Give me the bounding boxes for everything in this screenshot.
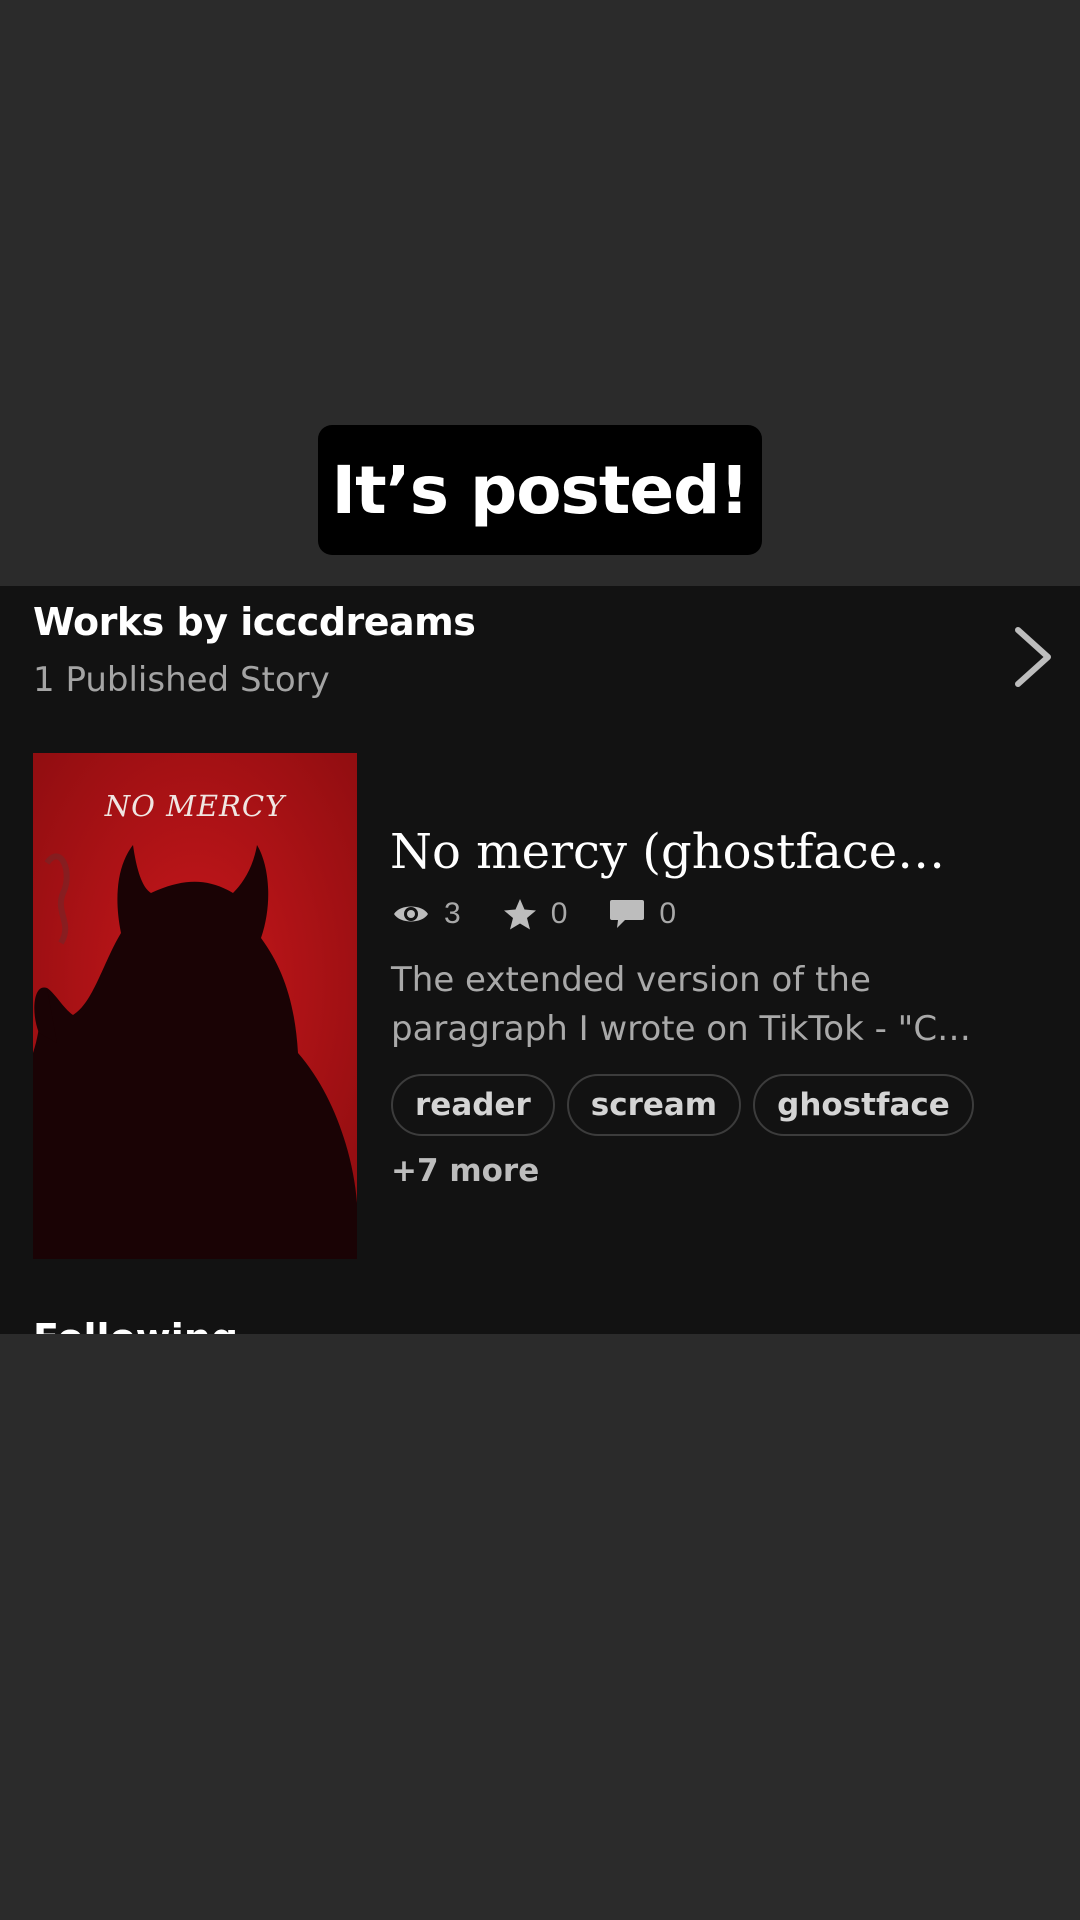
votes-count: 0: [550, 897, 568, 930]
cover-silhouette: [33, 753, 357, 1259]
votes-stat: 0: [503, 897, 568, 931]
tag-ghostface[interactable]: ghostface: [753, 1074, 974, 1136]
video-caption: It’s posted!: [318, 425, 762, 555]
works-title[interactable]: Works by icccdreams: [33, 600, 476, 644]
comment-icon: [610, 900, 645, 928]
published-count: 1 Published Story: [33, 660, 330, 700]
star-icon: [503, 899, 536, 930]
story-description: The extended version of the paragraph I …: [391, 960, 972, 1049]
chevron-right-icon[interactable]: [1006, 622, 1060, 692]
works-panel: Works by icccdreams 1 Published Story NO…: [0, 586, 1080, 1334]
eye-icon: [394, 906, 428, 922]
reads-stat: 3: [392, 897, 461, 931]
more-tags-link[interactable]: +7 more: [391, 1153, 539, 1189]
comments-stat: 0: [609, 897, 676, 931]
comments-count: 0: [659, 897, 677, 930]
story-stats: 3 0 0: [392, 892, 718, 936]
story-cover[interactable]: NO MERCY: [33, 753, 357, 1259]
reads-count: 3: [444, 897, 461, 930]
tag-scream[interactable]: scream: [566, 1074, 742, 1136]
story-title[interactable]: No mercy (ghostface…: [390, 824, 1050, 880]
tag-reader[interactable]: reader: [391, 1074, 555, 1136]
cover-title: NO MERCY: [104, 789, 286, 823]
tag-list: reader scream ghostface: [391, 1074, 986, 1136]
following-heading: Following: [33, 1316, 238, 1334]
